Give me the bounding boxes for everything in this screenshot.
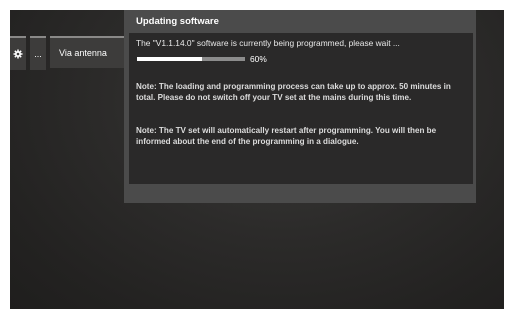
- via-antenna-label: Via antenna: [59, 48, 107, 58]
- note-restart: Note: The TV set will automatically rest…: [136, 126, 437, 146]
- tv-screen: ... Via antenna Updating software The "V…: [10, 10, 504, 309]
- gear-icon: [13, 49, 23, 59]
- settings-menu-item[interactable]: [10, 36, 26, 70]
- dialog-body: The "V1.1.14.0" software is currently be…: [129, 33, 473, 184]
- via-antenna-menu-item[interactable]: Via antenna: [50, 36, 126, 68]
- note-duration: Note: The loading and programming proces…: [136, 82, 451, 102]
- update-dialog: Updating software The "V1.1.14.0" softwa…: [124, 10, 476, 203]
- update-status-message: The "V1.1.14.0" software is currently be…: [136, 38, 400, 48]
- more-label: ...: [34, 49, 42, 59]
- more-menu-item[interactable]: ...: [30, 36, 46, 70]
- dialog-title: Updating software: [136, 16, 219, 27]
- progress-bar: [137, 57, 245, 61]
- progress-percent: 60%: [250, 54, 267, 64]
- progress-bar-fill: [137, 57, 202, 61]
